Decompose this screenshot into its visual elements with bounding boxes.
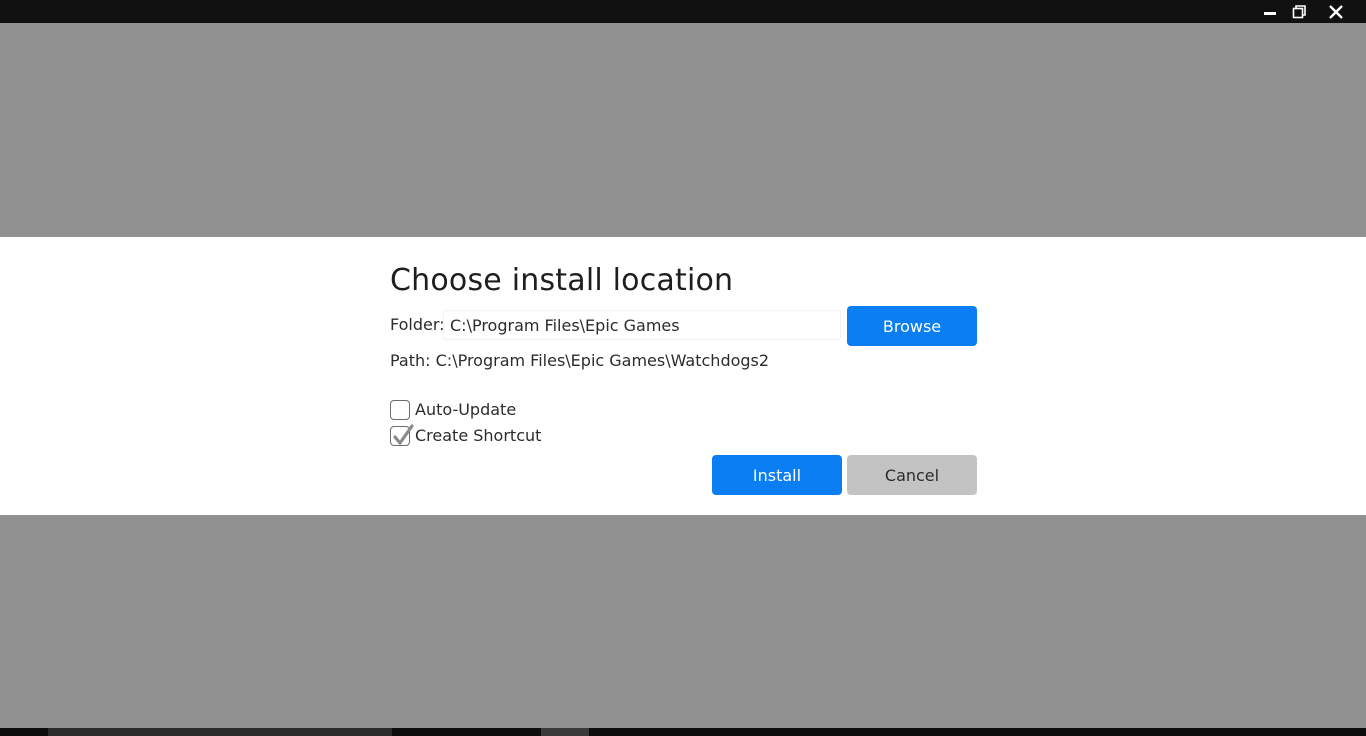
auto-update-checkbox[interactable] bbox=[390, 400, 410, 420]
window-titlebar bbox=[0, 0, 1366, 23]
create-shortcut-checkbox[interactable] bbox=[390, 424, 414, 446]
restore-icon bbox=[1292, 4, 1306, 18]
auto-update-label: Auto-Update bbox=[415, 400, 517, 419]
checkmark-icon bbox=[393, 424, 414, 445]
install-path-text: Path: C:\Program Files\Epic Games\Watchd… bbox=[390, 351, 770, 370]
restore-button[interactable] bbox=[1281, 0, 1317, 23]
create-shortcut-option[interactable]: Create Shortcut bbox=[390, 424, 542, 447]
close-button[interactable] bbox=[1318, 0, 1354, 23]
create-shortcut-label: Create Shortcut bbox=[415, 426, 542, 445]
browse-button[interactable]: Browse bbox=[847, 306, 977, 346]
cancel-button[interactable]: Cancel bbox=[847, 455, 977, 495]
close-icon bbox=[1329, 4, 1343, 19]
minimize-icon bbox=[1264, 11, 1276, 15]
folder-label: Folder: bbox=[390, 315, 445, 334]
install-button[interactable]: Install bbox=[712, 455, 842, 495]
dialog-title: Choose install location bbox=[390, 263, 734, 298]
taskbar-active-app[interactable] bbox=[541, 728, 589, 736]
folder-path-input[interactable] bbox=[443, 310, 841, 340]
taskbar-search-box[interactable] bbox=[48, 728, 392, 736]
taskbar bbox=[0, 728, 1366, 736]
auto-update-option[interactable]: Auto-Update bbox=[390, 399, 516, 421]
